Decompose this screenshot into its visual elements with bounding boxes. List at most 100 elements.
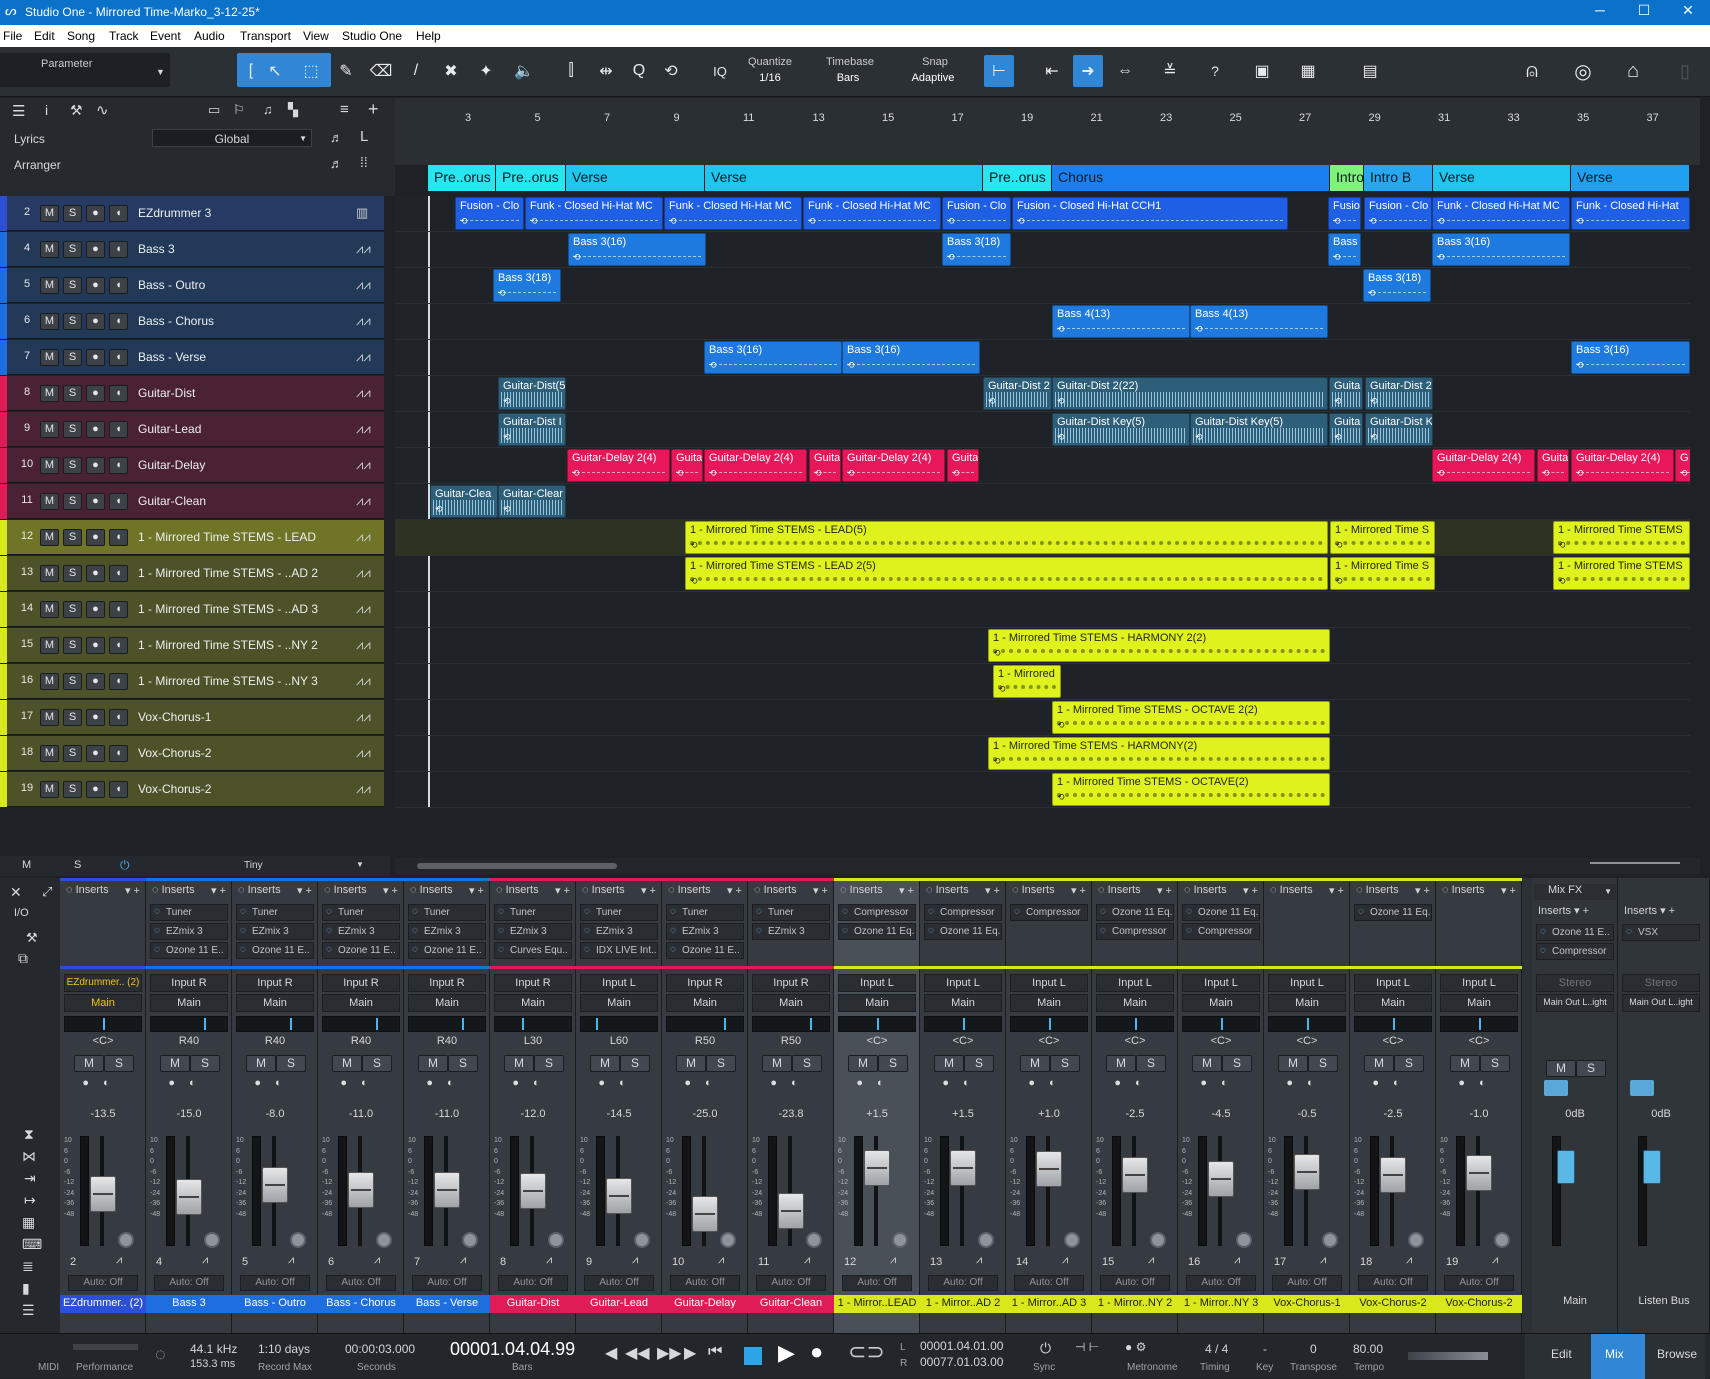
audio-clip[interactable]: 1 - Mirrored Time STEMS - HARMONY 2(2) ⟲ [988, 629, 1330, 662]
output-select[interactable]: Main [236, 994, 314, 1012]
insert-slot[interactable]: Ozone 11 E.. [150, 942, 228, 959]
menu-song[interactable]: Song [67, 29, 95, 43]
input-select[interactable]: Input L [580, 974, 658, 992]
sync-icon[interactable]: ◎ [1568, 55, 1598, 87]
audio-clip[interactable]: 1 - Mirrored Time STEMS ⟲ [1553, 557, 1690, 590]
insert-slot[interactable]: Ozone 11 Eq.. [1354, 904, 1432, 921]
record-arm-button[interactable]: ● [86, 493, 105, 510]
grid-view-icon[interactable]: ▦ [1293, 55, 1323, 87]
record-monitor-icons[interactable]: ●◐ [576, 1077, 662, 1089]
insert-slot[interactable]: EZmix 3 [322, 923, 400, 940]
menu-file[interactable]: File [3, 29, 22, 43]
audio-clip[interactable]: Guita ⟲ [1537, 449, 1569, 482]
solo-button[interactable]: S [362, 1055, 392, 1072]
parameter-box[interactable]: Parameter ▼ [0, 53, 170, 87]
mute-button[interactable]: M [40, 313, 59, 330]
channel-name[interactable]: 1 - Mirror..LEAD [834, 1295, 920, 1313]
output-select[interactable]: Main [1268, 994, 1346, 1012]
pan-slider[interactable] [1096, 1016, 1174, 1032]
track-name[interactable]: Vox-Chorus-1 [138, 710, 211, 724]
audio-clip[interactable]: Guitar-Dist 2 ⟲ [983, 377, 1052, 410]
mute-button[interactable]: M [246, 1055, 276, 1072]
send-knob-icon[interactable] [806, 1232, 822, 1248]
mute-button[interactable]: M [40, 781, 59, 798]
arrange-icon[interactable]: ▭ [208, 102, 220, 118]
quantize-value[interactable]: 1/16 [735, 72, 805, 84]
inserts-header[interactable]: ◌ Inserts ▾ + [1008, 884, 1090, 900]
send-knob-icon[interactable] [204, 1232, 220, 1248]
menu-audio[interactable]: Audio [194, 29, 225, 43]
solo-button[interactable]: S [63, 205, 82, 222]
audio-clip[interactable]: Funk - Closed Hi-Hat MC ⟲ [664, 197, 802, 230]
solo-button[interactable]: S [63, 277, 82, 294]
record-arm-button[interactable]: ● [86, 457, 105, 474]
timeline-ruler[interactable]: 3 5 7 9 11 13 15 17 19 21 23 25 27 29 31 33 35 37 [395, 98, 1700, 165]
audio-clip[interactable]: Guitar-Dist I ⟲ [498, 413, 566, 446]
horizontal-scrollbar[interactable] [395, 858, 1700, 874]
pan-value[interactable]: <C> [1350, 1035, 1436, 1047]
input-select[interactable]: Input L [1096, 974, 1174, 992]
listen-mono-icon[interactable] [1630, 1080, 1654, 1096]
solo-button[interactable]: S [534, 1055, 564, 1072]
audio-clip[interactable]: Bass 4(13) ⟲ [1052, 305, 1190, 338]
browse-tab[interactable]: Browse [1657, 1347, 1697, 1361]
track-name[interactable]: Guitar-Clean [138, 494, 206, 508]
mute-button[interactable]: M [40, 349, 59, 366]
audio-clip[interactable]: Guitar-Delay 2(4) ⟲ [842, 449, 945, 482]
insert-slot[interactable]: Ozone 11 E.. [666, 942, 744, 959]
track-row[interactable]: 13 M S ● ◖ 1 - Mirrored Time STEMS - ..A… [0, 556, 384, 591]
pan-slider[interactable] [64, 1016, 142, 1032]
mute-button[interactable]: M [676, 1055, 706, 1072]
listen-inserts-label[interactable]: Inserts ▾ + [1620, 904, 1702, 920]
track-lane[interactable] [395, 340, 1690, 376]
audio-clip[interactable]: Guitar-Dist Key(5) ⟲ [1052, 413, 1190, 446]
solo-button[interactable]: S [792, 1055, 822, 1072]
track-row[interactable]: 8 M S ● ◖ Guitar-Dist ⩘⩘ [0, 376, 384, 411]
pan-slider[interactable] [838, 1016, 916, 1032]
minimize-button[interactable]: ─ [1580, 2, 1620, 18]
send-knob-icon[interactable] [892, 1232, 908, 1248]
automation-mode[interactable]: Auto: Off [1358, 1275, 1428, 1291]
track-row[interactable]: 2 M S ● ◖ EZdrummer 3 ▥ [0, 196, 384, 231]
monitor-button[interactable]: ◖ [109, 493, 128, 510]
insert-slot[interactable]: Ozone 11 Eq.. [838, 923, 916, 940]
footer-solo[interactable]: S [74, 859, 81, 871]
audio-clip[interactable]: Guitar-Delay 2(4) ⟲ [1432, 449, 1535, 482]
volume-value[interactable]: -25.0 [662, 1108, 748, 1120]
input-select[interactable]: Input R [322, 974, 400, 992]
insert-slot[interactable]: Tuner [408, 904, 486, 921]
audio-clip[interactable]: Guitar-Dist(5 ⟲ [498, 377, 566, 410]
channel-name[interactable]: Bass - Outro [232, 1295, 318, 1313]
volume-value[interactable]: -8.0 [232, 1108, 318, 1120]
lyrics-note-icon[interactable]: ♬ [330, 130, 343, 145]
record-monitor-icons[interactable]: ●◐ [404, 1077, 490, 1089]
insert-slot[interactable]: EZmix 3 [494, 923, 572, 940]
track-row[interactable]: 19 M S ● ◖ Vox-Chorus-2 ⩘⩘ [0, 772, 384, 807]
pan-value[interactable]: <C> [920, 1035, 1006, 1047]
audio-clip[interactable]: Fusion - Clo ⟲ [455, 197, 524, 230]
inserts-header[interactable]: ◌ Inserts ▾ + [234, 884, 316, 900]
insert-slot[interactable]: EZmix 3 [580, 923, 658, 940]
input-select[interactable]: Input R [752, 974, 830, 992]
track-lane[interactable] [395, 412, 1690, 448]
solo-button[interactable]: S [706, 1055, 736, 1072]
keyboard-icon[interactable]: ⌨ [22, 1236, 42, 1253]
solo-button[interactable]: S [63, 637, 82, 654]
pan-slider[interactable] [236, 1016, 314, 1032]
inserts-header[interactable]: ◌ Inserts ▾ + [1266, 884, 1348, 900]
track-lane[interactable] [395, 700, 1690, 736]
tempo-value[interactable]: 80.00 [1353, 1342, 1383, 1356]
eraser-tool-icon[interactable]: ⌫ [370, 55, 393, 87]
track-row[interactable]: 5 M S ● ◖ Bass - Outro ⩘⩘ [0, 268, 384, 303]
solo-button[interactable]: S [878, 1055, 908, 1072]
menu-help[interactable]: Help [416, 29, 441, 43]
pan-slider[interactable] [408, 1016, 486, 1032]
channel-name[interactable]: Bass - Chorus [318, 1295, 404, 1313]
insert-slot[interactable]: Compressor [1182, 923, 1260, 940]
record-monitor-icons[interactable]: ●◐ [920, 1077, 1006, 1089]
arranger-note-icon[interactable]: ♬ [330, 156, 343, 171]
notes-icon[interactable]: ♫ [263, 102, 273, 117]
listen-tool-icon[interactable]: 🔈 [513, 55, 535, 87]
audio-clip[interactable]: Guita ⟲ [809, 449, 841, 482]
pan-slider[interactable] [666, 1016, 744, 1032]
